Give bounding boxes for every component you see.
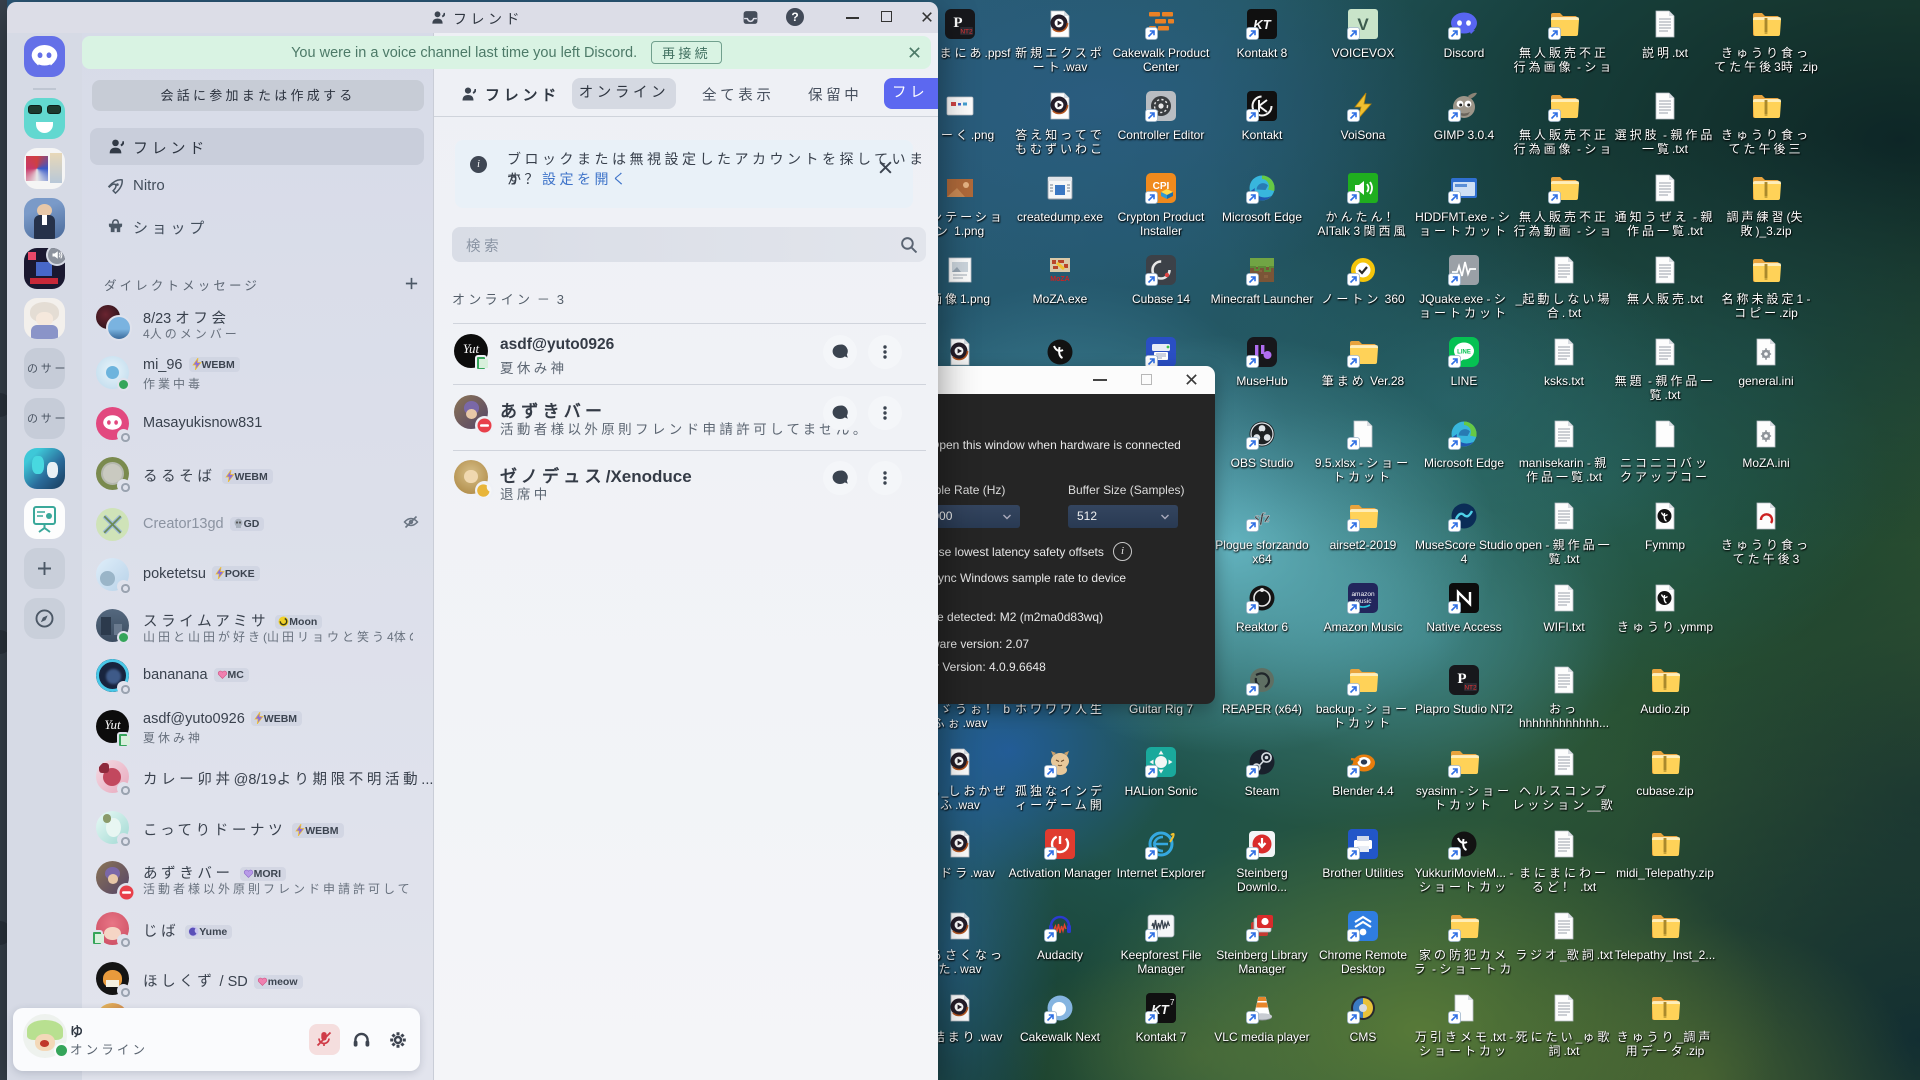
svg-text:NT2: NT2 bbox=[960, 29, 973, 36]
svg-text:LINE: LINE bbox=[1457, 350, 1471, 356]
svg-text:7: 7 bbox=[1170, 998, 1175, 1007]
svg-text:MoZA: MoZA bbox=[1050, 276, 1069, 283]
svg-text:amazon: amazon bbox=[1351, 591, 1375, 598]
svg-text:NT2: NT2 bbox=[1464, 685, 1477, 692]
